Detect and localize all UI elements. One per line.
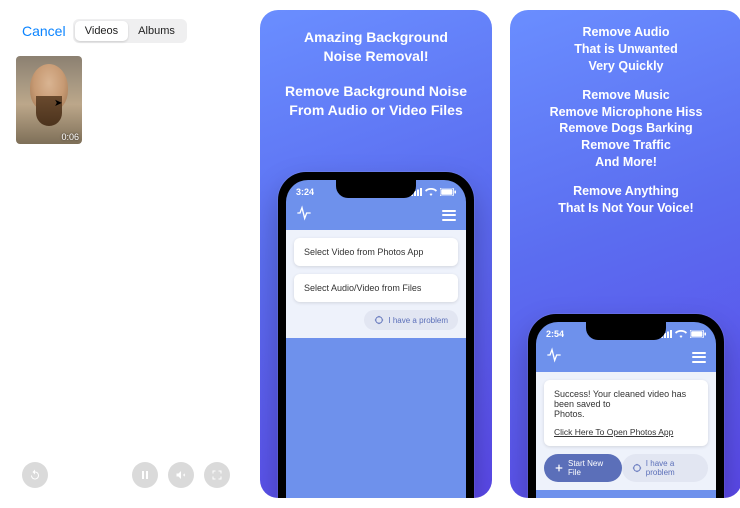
i-have-a-problem-button[interactable]: I have a problem	[364, 310, 458, 330]
picker-top-bar: Cancel Videos Albums	[10, 10, 242, 50]
promo3-h2-l4: Remove Traffic	[550, 137, 703, 154]
wifi-icon	[425, 188, 437, 196]
option-select-from-files[interactable]: Select Audio/Video from Files	[294, 274, 458, 302]
promo3-h3-l2: That Is Not Your Voice!	[550, 200, 703, 217]
menu-icon[interactable]	[692, 352, 706, 363]
promo3-h1-l2: That is Unwanted	[550, 41, 703, 58]
success-card: Success! Your cleaned video has been sav…	[544, 380, 708, 446]
screenshot-promo-noise-removal: Amazing Background Noise Removal! Remove…	[260, 10, 492, 498]
promo3-h3-l1: Remove Anything	[550, 183, 703, 200]
target-icon	[632, 463, 642, 473]
notch	[586, 322, 666, 340]
video-grid: ➤ 0:06	[10, 50, 242, 150]
screenshots-row: Cancel Videos Albums ➤ 0:06	[0, 0, 740, 508]
promo3-h2-l5: And More!	[550, 154, 703, 171]
promo2-headline-2a: Remove Background Noise	[285, 82, 467, 101]
promo3-h2-l3: Remove Dogs Barking	[550, 120, 703, 137]
wifi-icon	[675, 330, 687, 338]
promo2-headline-1a: Amazing Background	[285, 28, 467, 47]
start-new-file-button[interactable]: Start New File	[544, 454, 622, 482]
plus-icon	[554, 463, 564, 473]
promo2-headline-2b: From Audio or Video Files	[285, 101, 467, 120]
promo-2-text: Amazing Background Noise Removal! Remove…	[271, 10, 481, 142]
option-select-from-photos[interactable]: Select Video from Photos App	[294, 238, 458, 266]
screenshot-promo-remove-audio: Remove Audio That is Unwanted Very Quick…	[510, 10, 740, 498]
i-have-a-problem-button[interactable]: I have a problem	[622, 454, 708, 482]
status-time: 3:24	[296, 187, 314, 197]
cancel-button[interactable]: Cancel	[18, 23, 66, 39]
success-text-l2: Photos.	[554, 409, 698, 419]
app-header	[536, 346, 716, 372]
fullscreen-button[interactable]	[204, 462, 230, 488]
open-photos-link[interactable]: Click Here To Open Photos App	[554, 427, 698, 437]
promo3-h1-l1: Remove Audio	[550, 24, 703, 41]
restart-button[interactable]	[22, 462, 48, 488]
phone-mock-3: 2:54 Success! Your cleaned video has bee…	[528, 314, 724, 498]
screenshot-photo-picker: Cancel Videos Albums ➤ 0:06	[10, 10, 242, 498]
mute-button[interactable]	[168, 462, 194, 488]
success-text-l1: Success! Your cleaned video has been sav…	[554, 389, 698, 409]
promo3-h2-l1: Remove Music	[550, 87, 703, 104]
start-new-label: Start New File	[568, 459, 612, 477]
app-header	[286, 204, 466, 230]
video-thumbnail[interactable]: ➤ 0:06	[16, 56, 82, 144]
video-duration: 0:06	[61, 132, 79, 142]
segment-albums[interactable]: Albums	[128, 21, 185, 41]
promo-3-text: Remove Audio That is Unwanted Very Quick…	[536, 10, 717, 235]
app-logo-icon	[296, 205, 312, 226]
menu-icon[interactable]	[442, 210, 456, 221]
promo2-headline-1b: Noise Removal!	[285, 47, 467, 66]
problem-label: I have a problem	[388, 316, 448, 325]
pause-button[interactable]	[132, 462, 158, 488]
battery-icon	[690, 330, 706, 338]
app-body: Success! Your cleaned video has been sav…	[536, 372, 716, 490]
target-icon	[374, 315, 384, 325]
app-body: Select Video from Photos App Select Audi…	[286, 230, 466, 338]
player-controls	[10, 462, 242, 488]
promo3-h1-l3: Very Quickly	[550, 58, 703, 75]
phone-mock-2: 3:24 Select Video from Photos App Select…	[278, 172, 474, 498]
status-time: 2:54	[546, 329, 564, 339]
battery-icon	[440, 188, 456, 196]
app-logo-icon	[546, 347, 562, 368]
notch	[336, 180, 416, 198]
promo3-h2-l2: Remove Microphone Hiss	[550, 104, 703, 121]
segmented-control[interactable]: Videos Albums	[73, 19, 187, 43]
problem-label: I have a problem	[646, 459, 698, 477]
segment-videos[interactable]: Videos	[75, 21, 128, 41]
